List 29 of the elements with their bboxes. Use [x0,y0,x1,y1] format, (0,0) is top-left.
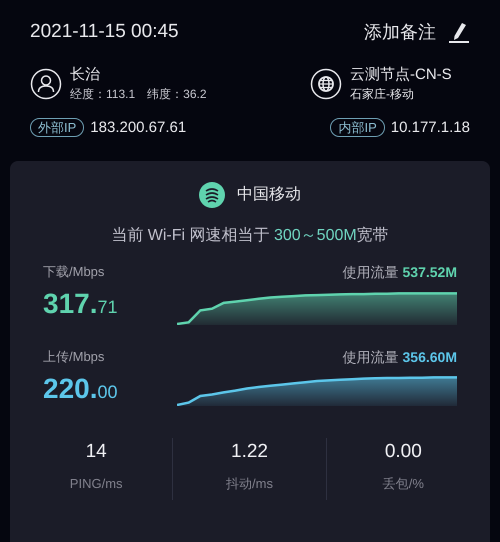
node-name: 云测节点-CN-S [350,64,452,84]
globe-icon [310,68,342,100]
speed-value: 220.00 [43,372,119,406]
node-region: 石家庄-移动 [350,86,415,102]
usage: 使用流量 356.60M [342,348,457,367]
pencil-icon [448,21,470,44]
ip-tag: 外部IP [30,118,84,138]
longitude: 经度：113.1 [70,86,136,102]
speed-value: 317.71 [43,288,119,320]
stat-value: 0.00 [384,440,422,464]
location-name: 长治 [70,64,101,84]
stat-label: 抖动/ms [226,475,273,493]
ip-address: 10.177.1.18 [390,118,470,138]
stat-value: 1.22 [231,440,268,464]
user-icon [30,68,62,100]
carrier-name: 中国移动 [237,184,301,205]
date-time: 2021-11-15 00:45 [30,20,179,44]
speed-label: 上传/Mbps [43,348,106,366]
latitude: 纬度：36.2 [147,86,206,102]
speed-label: 下载/Mbps [43,263,106,281]
ip-address: 183.200.67.61 [90,118,186,138]
stat-label: 丢包/% [382,475,424,493]
carrier-logo-icon [199,182,225,208]
ip-tag: 内部IP [330,118,385,138]
speed-summary: 当前 Wi-Fi 网速相当于 300～500M宽带 [110,226,390,246]
usage: 使用流量 537.52M [342,263,457,282]
stat-value: 14 [86,440,107,464]
stat-label: PING/ms [70,475,123,493]
add-note-button[interactable]: 添加备注 [364,18,470,46]
